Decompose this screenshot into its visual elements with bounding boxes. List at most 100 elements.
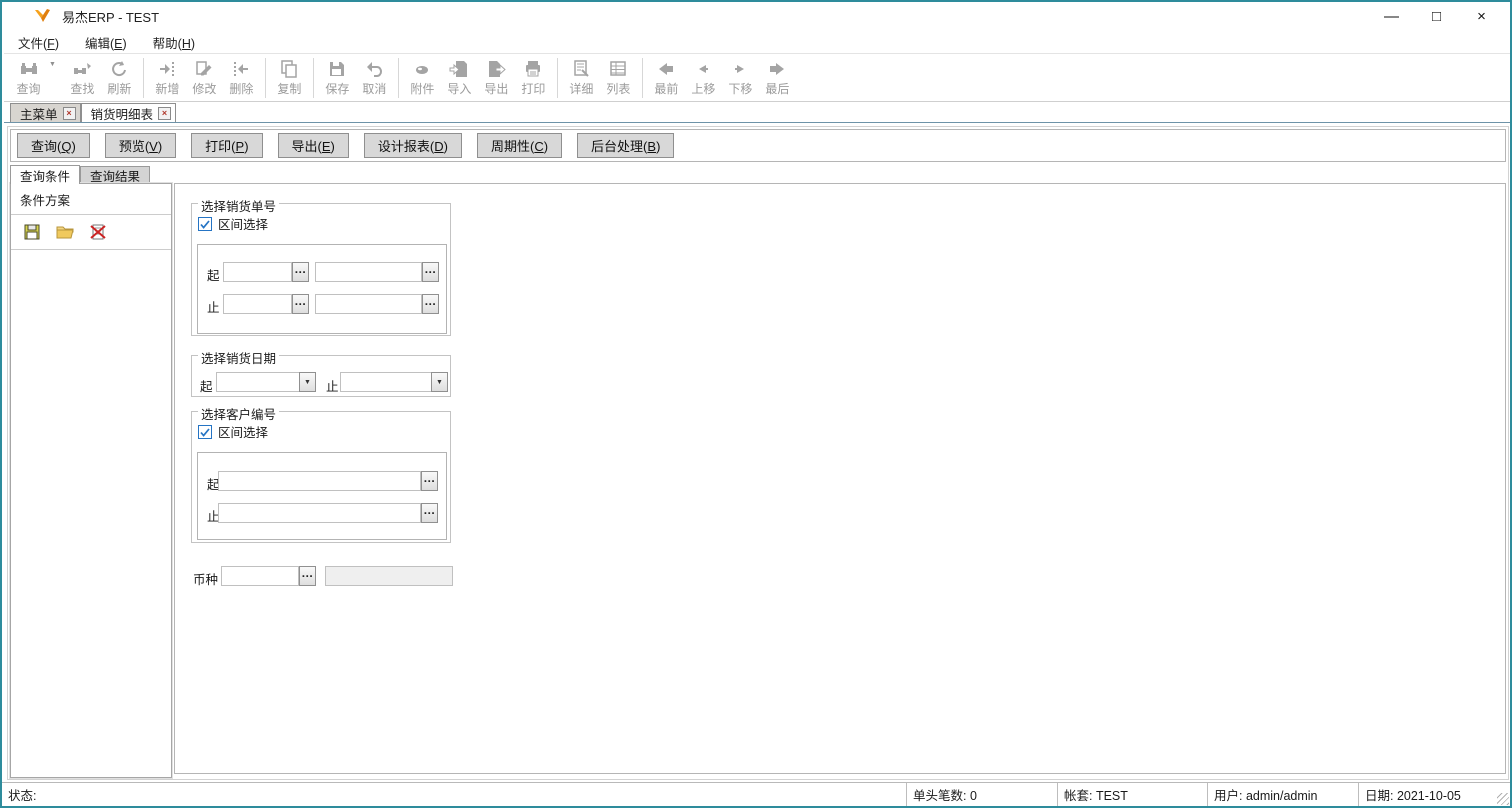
sales-no-to-name-input[interactable] [315,294,422,314]
last-record-icon [767,59,787,79]
toolbar-item-attachment[interactable]: 附件 [404,59,441,97]
add-record-icon [157,59,177,79]
toolbar-item-add[interactable]: 新增 [149,59,186,97]
sales-no-to-input[interactable] [223,294,292,314]
design-report-button[interactable]: 设计报表(D) [363,133,462,158]
tab-sales-detail-report[interactable]: 销货明细表 × [80,103,177,122]
query-subtabs: 查询条件 查询结果 [10,165,151,184]
toolbar-item-export[interactable]: 导出 [478,59,515,97]
toolbar-item-print[interactable]: 打印 [515,59,552,97]
background-process-button[interactable]: 后台处理(B) [577,133,675,158]
customer-no-from-lookup-button[interactable]: … [421,471,438,491]
toolbar-item-label: 最前 [654,82,679,96]
sales-no-from-name-lookup-button[interactable]: … [422,262,439,282]
export-button[interactable]: 导出(E) [277,133,349,158]
tab-main-menu[interactable]: 主菜单 × [10,103,81,122]
periodic-button[interactable]: 周期性(C) [476,133,563,158]
titlebar: 易杰ERP - TEST — □ × [4,2,1510,31]
chevron-down-icon[interactable]: ▼ [49,61,56,68]
toolbar-item-move-up[interactable]: 上移 [685,59,722,97]
toolbar-separator [397,58,399,98]
customer-no-from-input[interactable] [218,471,421,491]
group-sales-date: 选择销货日期 起 ▼ 止 ▼ [191,348,451,397]
subtab-query-condition[interactable]: 查询条件 [10,165,81,184]
customer-no-to-input[interactable] [218,503,421,523]
toolbar-item-delete[interactable]: 删除 [223,59,260,97]
report-action-bar: 查询(Q) 预览(V) 打印(P) 导出(E) 设计报表(D) 周期性(C) 后台处理(B) [10,129,1506,162]
sales-no-from-name-input[interactable] [315,262,422,282]
toolbar-item-modify[interactable]: 修改 [186,59,223,97]
toolbar-item-label: 修改 [192,82,217,96]
toolbar-item-detail[interactable]: 详细 [563,59,600,97]
preview-button[interactable]: 预览(V) [104,133,177,158]
save-icon [327,59,347,79]
import-icon [449,59,469,79]
close-button[interactable]: × [1459,2,1504,31]
attachment-icon [412,59,432,79]
customer-no-range-checkbox[interactable]: 区间选择 [198,422,268,441]
toolbar-item-move-down[interactable]: 下移 [722,59,759,97]
menubar: 文件(F) 编辑(E) 帮助(H) [4,31,1510,54]
sales-no-range-box: 起 … … 止 … … [197,244,447,334]
toolbar-item-find[interactable]: 查找 [64,59,101,97]
sales-no-from-lookup-button[interactable]: … [292,262,309,282]
checkbox-checked-icon[interactable] [198,216,212,231]
toolbar-item-label: 删除 [229,82,254,96]
toolbar-item-copy[interactable]: 复制 [271,59,308,97]
group-title: 选择销货日期 [198,348,280,367]
sales-no-to-name-lookup-button[interactable]: … [422,294,439,314]
sales-no-range-checkbox[interactable]: 区间选择 [198,214,268,233]
toolbar-separator [312,58,314,98]
ellipsis-icon: … [423,503,436,517]
minimize-button[interactable]: — [1369,2,1414,31]
toolbar-separator [556,58,558,98]
status-account-set: 帐套: TEST [1057,783,1207,806]
subtab-query-result[interactable]: 查询结果 [80,166,151,184]
currency-lookup-button[interactable]: … [299,566,316,586]
query-button[interactable]: 查询(Q) [17,133,90,158]
resize-grip[interactable] [1497,793,1509,805]
checkbox-checked-icon[interactable] [198,424,212,439]
currency-code-input[interactable] [221,566,299,586]
modify-record-icon [194,59,214,79]
sales-no-to-lookup-button[interactable]: … [292,294,309,314]
delete-scheme-icon[interactable] [88,222,108,242]
sales-date-from-dropdown-button[interactable]: ▼ [299,372,316,392]
toolbar-item-query[interactable]: 查询 [10,59,47,97]
toolbar: 查询 ▼ 查找 刷新 新增 修改 删除 复制 保存 取消 附件 导入 导出 打印 详细 列表 最前 上移 下移 最后 [4,55,1510,102]
status-date: 日期: 2021-10-05 [1358,783,1510,806]
status-user: 用户: admin/admin [1207,783,1358,806]
find-icon [72,59,92,79]
menu-help[interactable]: 帮助(H) [151,31,197,54]
condition-scheme-toolbar [11,215,171,250]
toolbar-item-first[interactable]: 最前 [648,59,685,97]
toolbar-item-list[interactable]: 列表 [600,59,637,97]
open-scheme-icon[interactable] [55,222,75,242]
toolbar-separator [641,58,643,98]
sales-date-to-dropdown-button[interactable]: ▼ [431,372,448,392]
sales-no-from-input[interactable] [223,262,292,282]
print-button[interactable]: 打印(P) [191,133,263,158]
maximize-button[interactable]: □ [1414,2,1459,31]
toolbar-item-last[interactable]: 最后 [759,59,796,97]
from-label: 起 [200,380,213,394]
group-title: 选择客户编号 [198,404,280,423]
group-sales-order-no: 选择销货单号 区间选择 起 … … 止 … … [191,196,451,336]
toolbar-item-label: 复制 [277,82,302,96]
customer-no-to-lookup-button[interactable]: … [421,503,438,523]
status-status: 状态: [8,789,37,803]
tab-close-icon[interactable]: × [62,106,76,120]
toolbar-item-cancel[interactable]: 取消 [356,59,393,97]
first-record-icon [656,59,676,79]
toolbar-item-save[interactable]: 保存 [319,59,356,97]
save-scheme-icon[interactable] [22,222,42,242]
ellipsis-icon: … [294,262,307,276]
tab-close-icon[interactable]: × [158,106,172,120]
menu-edit[interactable]: 编辑(E) [83,31,129,54]
customer-no-range-box: 起 … 止 … [197,452,447,540]
toolbar-item-import[interactable]: 导入 [441,59,478,97]
window-controls: — □ × [1369,2,1504,31]
toolbar-item-refresh[interactable]: 刷新 [101,59,138,97]
menu-file[interactable]: 文件(F) [16,31,61,54]
to-label: 止 [207,301,220,315]
